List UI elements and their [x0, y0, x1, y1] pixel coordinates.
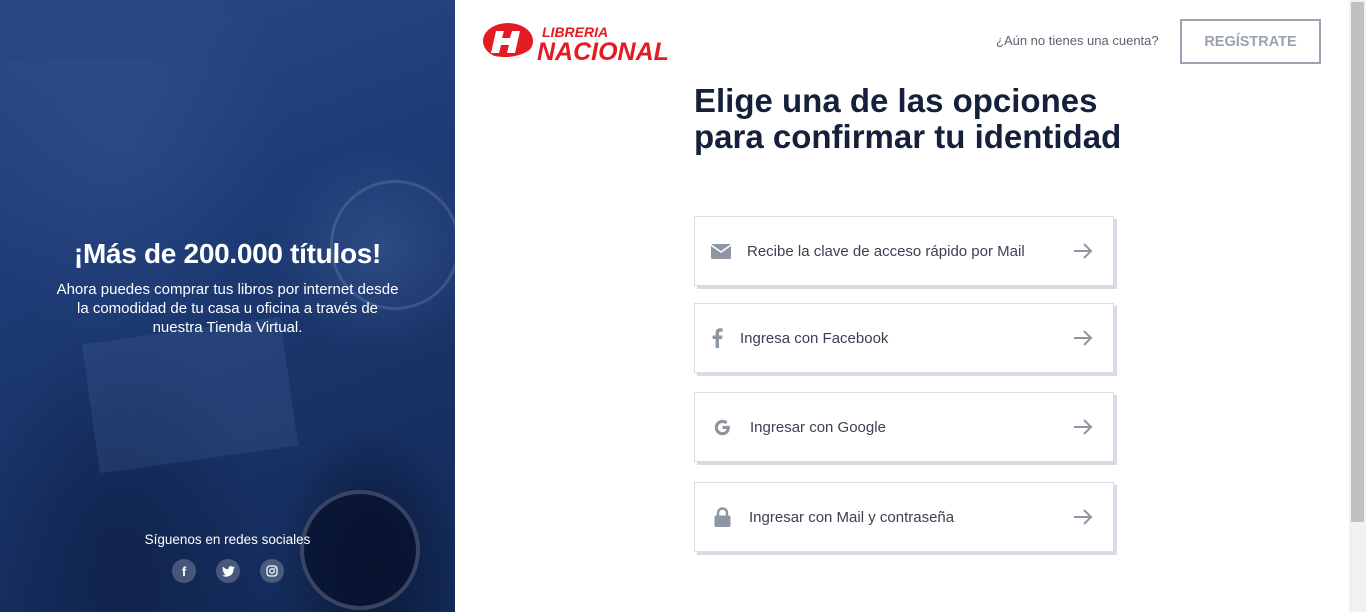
lock-icon	[695, 507, 749, 527]
envelope-icon	[695, 243, 747, 259]
arrow-right-icon	[1053, 243, 1113, 259]
social-label: Síguenos en redes sociales	[144, 532, 311, 547]
option-google[interactable]: Ingresar con Google	[694, 392, 1114, 462]
instagram-social-button[interactable]	[260, 559, 284, 583]
option-label: Ingresa con Facebook	[740, 329, 889, 347]
scrollbar-thumb[interactable]	[1351, 2, 1364, 522]
account-question: ¿Aún no tienes una cuenta?	[996, 33, 1159, 48]
facebook-social-button[interactable]: f	[172, 559, 196, 583]
logo-bottom-text: NACIONAL	[537, 38, 669, 63]
promo-description: Ahora puedes comprar tus libros por inte…	[56, 281, 399, 336]
option-mail-quick-access[interactable]: Recibe la clave de acceso rápido por Mai…	[694, 216, 1114, 286]
option-mail-password[interactable]: Ingresar con Mail y contraseña	[694, 482, 1114, 552]
facebook-icon	[695, 328, 740, 348]
arrow-right-icon	[1053, 330, 1113, 346]
social-links: f	[172, 559, 284, 583]
promo-headline: ¡Más de 200.000 títulos!	[73, 238, 382, 269]
vertical-scrollbar[interactable]	[1349, 0, 1366, 612]
page-title: Elige una de las opciones para confirmar…	[694, 82, 1122, 155]
register-button[interactable]: REGÍSTRATE	[1180, 19, 1321, 64]
background-decoration	[81, 316, 299, 474]
instagram-icon	[266, 565, 278, 577]
libreria-nacional-logo[interactable]: LIBRERIA NACIONAL	[481, 21, 687, 66]
option-facebook[interactable]: Ingresa con Facebook	[694, 303, 1114, 373]
arrow-right-icon	[1053, 509, 1113, 525]
promo-panel: ¡Más de 200.000 títulos! Ahora puedes co…	[0, 0, 455, 612]
background-decoration	[0, 0, 260, 60]
arrow-right-icon	[1053, 419, 1113, 435]
google-icon	[695, 418, 750, 437]
twitter-icon	[221, 565, 235, 577]
background-decoration	[300, 490, 420, 610]
facebook-icon: f	[181, 563, 187, 579]
option-label: Recibe la clave de acceso rápido por Mai…	[747, 242, 1025, 260]
twitter-social-button[interactable]	[216, 559, 240, 583]
logo-mark: LIBRERIA NACIONAL	[481, 23, 669, 66]
option-label: Ingresar con Google	[750, 418, 886, 436]
option-label: Ingresar con Mail y contraseña	[749, 508, 955, 526]
